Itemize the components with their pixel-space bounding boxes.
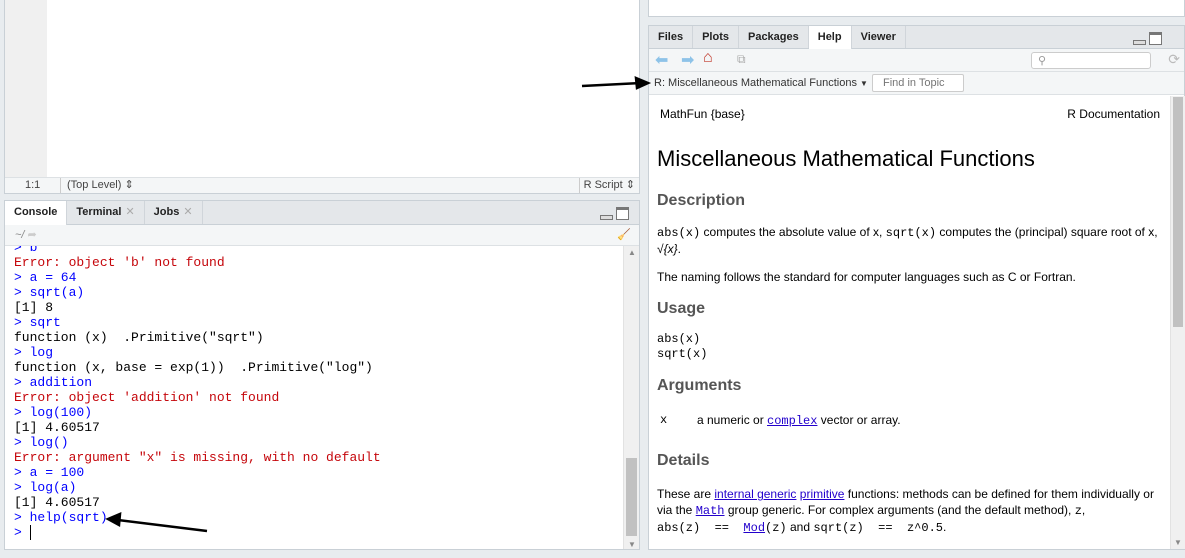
arrow-to-topic (581, 76, 652, 90)
arrow-to-help-command (105, 512, 208, 533)
annotation-arrows (105, 76, 652, 533)
